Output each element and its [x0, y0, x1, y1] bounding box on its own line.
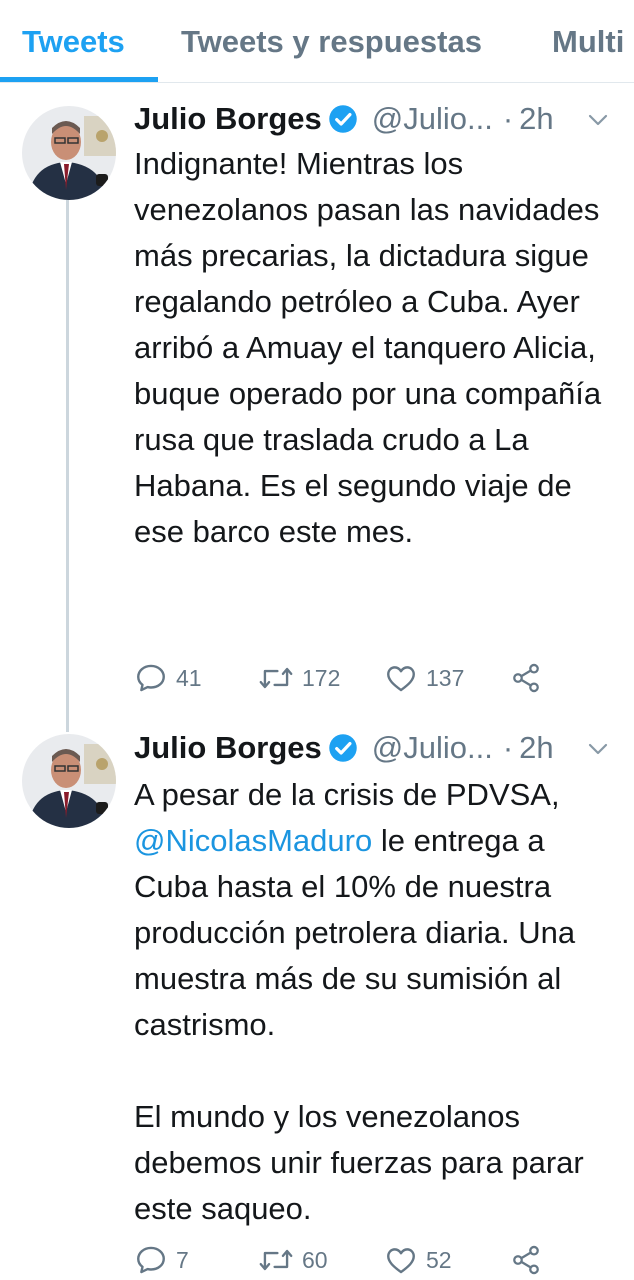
- retweet-button[interactable]: 172: [258, 658, 340, 698]
- share-icon: [513, 663, 539, 693]
- heart-icon: [387, 666, 415, 692]
- meta-separator: ·: [502, 730, 514, 765]
- active-tab-indicator: [0, 77, 158, 82]
- mention-link[interactable]: @NicolasMaduro: [134, 823, 372, 858]
- tweet-header: Julio Borges @Julio... · 2h: [134, 99, 554, 139]
- like-button[interactable]: 52: [384, 1240, 452, 1280]
- tweet-text: A pesar de la crisis de PDVSA, @NicolasM…: [134, 772, 614, 1232]
- avatar[interactable]: [22, 734, 116, 828]
- reply-count: 41: [176, 664, 202, 691]
- tab-tweets[interactable]: Tweets: [22, 22, 125, 62]
- tweet-text-intro: A pesar de la crisis de PDVSA,: [134, 777, 560, 812]
- author-handle[interactable]: @Julio...: [372, 101, 493, 137]
- share-button[interactable]: [510, 658, 542, 698]
- author-handle[interactable]: @Julio...: [372, 730, 493, 766]
- like-count: 137: [426, 664, 465, 691]
- tweet-actions: 41 172 137: [134, 658, 614, 698]
- tweet-timestamp[interactable]: 2h: [519, 101, 553, 137]
- chevron-down-icon[interactable]: [586, 737, 610, 761]
- tweet-header: Julio Borges @Julio... · 2h: [134, 728, 554, 768]
- tab-tweets-and-replies[interactable]: Tweets y respuestas: [181, 22, 482, 62]
- tab-multimedia[interactable]: Multi: [552, 22, 624, 62]
- meta-separator: ·: [502, 101, 514, 136]
- tweet-timestamp[interactable]: 2h: [519, 730, 553, 766]
- tweet-actions: 7 60 52: [134, 1240, 614, 1280]
- like-button[interactable]: 137: [384, 658, 464, 698]
- author-name[interactable]: Julio Borges: [134, 730, 322, 766]
- reply-button[interactable]: 7: [134, 1240, 189, 1280]
- heart-icon: [387, 1248, 415, 1274]
- reply-count: 7: [176, 1246, 189, 1273]
- tweet-text: Indignante! Mientras los venezolanos pas…: [134, 146, 602, 549]
- profile-tabs: Tweets Tweets y respuestas Multi: [0, 0, 634, 83]
- avatar-image: [22, 734, 116, 828]
- verified-badge-icon: [329, 734, 357, 762]
- retweet-button[interactable]: 60: [258, 1240, 328, 1280]
- reply-icon: [137, 1246, 165, 1274]
- retweet-count: 172: [302, 664, 341, 691]
- like-count: 52: [426, 1246, 452, 1273]
- chevron-down-icon[interactable]: [586, 108, 610, 132]
- avatar-image: [22, 106, 116, 200]
- author-name[interactable]: Julio Borges: [134, 101, 322, 137]
- thread-connector-line: [66, 200, 69, 732]
- tweet-text-rest: le entrega a Cuba hasta el 10% de nuestr…: [134, 823, 584, 1226]
- avatar[interactable]: [22, 106, 116, 200]
- verified-badge-icon: [329, 105, 357, 133]
- share-icon: [513, 1245, 539, 1275]
- retweet-count: 60: [302, 1246, 328, 1273]
- retweet-icon: [259, 1249, 293, 1271]
- retweet-icon: [259, 667, 293, 689]
- reply-icon: [137, 664, 165, 692]
- share-button[interactable]: [510, 1240, 542, 1280]
- reply-button[interactable]: 41: [134, 658, 202, 698]
